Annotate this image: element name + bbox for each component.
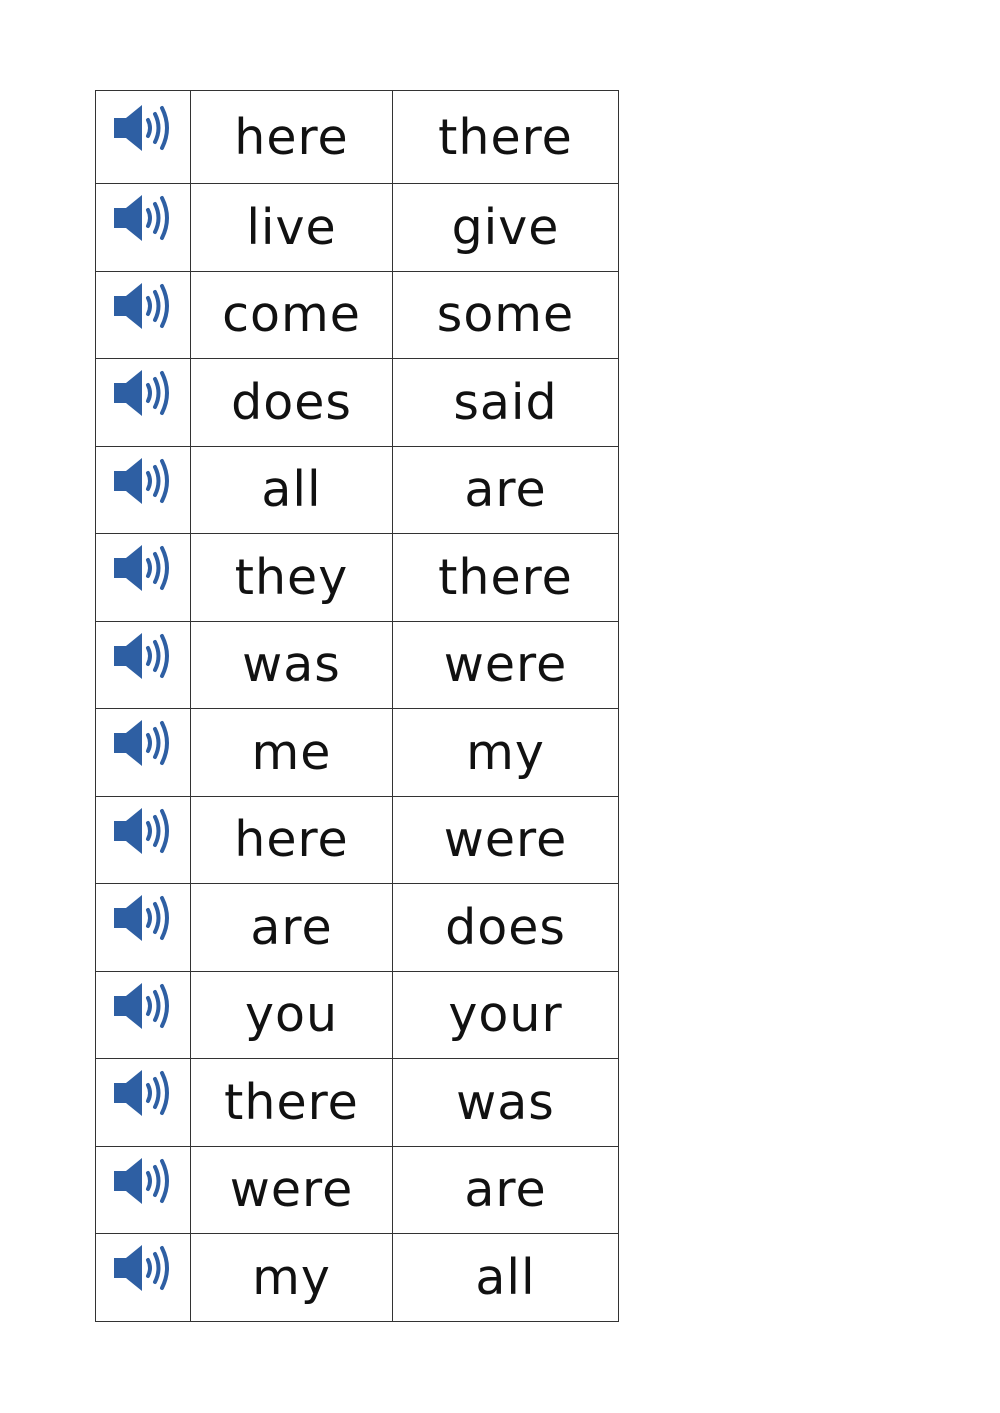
word-2: some: [436, 286, 575, 344]
table-row: here were: [95, 795, 619, 884]
word-cell: your: [392, 970, 619, 1059]
audio-cell[interactable]: [95, 620, 191, 709]
audio-cell[interactable]: [95, 795, 191, 884]
word-1: here: [234, 811, 349, 869]
word-cell: are: [190, 883, 393, 972]
word-cell: me: [190, 708, 393, 797]
word-cell: are: [392, 445, 619, 534]
speaker-icon[interactable]: [112, 1068, 174, 1118]
table-row: are does: [95, 883, 619, 972]
table-row: does said: [95, 358, 619, 447]
word-2: are: [464, 1161, 547, 1219]
speaker-icon[interactable]: [112, 893, 174, 943]
speaker-icon[interactable]: [112, 981, 174, 1031]
word-cell: does: [190, 358, 393, 447]
word-cell: there: [392, 533, 619, 622]
word-2: does: [445, 898, 566, 956]
word-cell: live: [190, 183, 393, 272]
word-1: me: [251, 723, 332, 781]
word-2: was: [456, 1073, 555, 1131]
word-cell: are: [392, 1145, 619, 1234]
word-cell: does: [392, 883, 619, 972]
audio-cell[interactable]: [95, 1233, 191, 1322]
table-row: my all: [95, 1233, 619, 1322]
word-table: here there live give come some does said…: [95, 90, 619, 1322]
word-1: does: [231, 373, 352, 431]
word-cell: my: [392, 708, 619, 797]
word-1: was: [242, 636, 341, 694]
table-row: me my: [95, 708, 619, 797]
word-2: were: [443, 636, 568, 694]
speaker-icon[interactable]: [112, 1243, 174, 1293]
table-row: come some: [95, 270, 619, 359]
word-cell: all: [392, 1233, 619, 1322]
speaker-icon[interactable]: [112, 806, 174, 856]
table-row: they there: [95, 533, 619, 622]
table-row: here there: [95, 90, 619, 184]
word-1: you: [244, 986, 339, 1044]
word-cell: was: [392, 1058, 619, 1147]
word-cell: here: [190, 795, 393, 884]
word-1: they: [234, 548, 349, 606]
word-cell: there: [190, 1058, 393, 1147]
word-1: were: [229, 1161, 354, 1219]
table-row: you your: [95, 970, 619, 1059]
word-cell: were: [190, 1145, 393, 1234]
audio-cell[interactable]: [95, 1058, 191, 1147]
word-cell: all: [190, 445, 393, 534]
word-cell: my: [190, 1233, 393, 1322]
speaker-icon[interactable]: [112, 1156, 174, 1206]
word-1: are: [250, 898, 333, 956]
audio-cell[interactable]: [95, 883, 191, 972]
word-cell: there: [392, 90, 619, 184]
table-row: there was: [95, 1058, 619, 1147]
word-1: here: [234, 108, 349, 166]
speaker-icon[interactable]: [112, 543, 174, 593]
audio-cell[interactable]: [95, 533, 191, 622]
audio-cell[interactable]: [95, 358, 191, 447]
word-2: all: [475, 1248, 536, 1306]
table-row: was were: [95, 620, 619, 709]
audio-cell[interactable]: [95, 270, 191, 359]
word-2: there: [438, 548, 573, 606]
word-cell: said: [392, 358, 619, 447]
word-2: are: [464, 461, 547, 519]
speaker-icon[interactable]: [112, 631, 174, 681]
word-cell: was: [190, 620, 393, 709]
word-cell: you: [190, 970, 393, 1059]
word-1: all: [261, 461, 322, 519]
word-2: were: [443, 811, 568, 869]
table-row: were are: [95, 1145, 619, 1234]
audio-cell[interactable]: [95, 970, 191, 1059]
word-1: my: [252, 1248, 331, 1306]
word-2: give: [451, 198, 560, 256]
word-1: live: [246, 198, 337, 256]
audio-cell[interactable]: [95, 445, 191, 534]
word-2: said: [453, 373, 558, 431]
word-cell: come: [190, 270, 393, 359]
audio-cell[interactable]: [95, 90, 191, 184]
speaker-icon[interactable]: [112, 103, 174, 153]
word-cell: some: [392, 270, 619, 359]
speaker-icon[interactable]: [112, 718, 174, 768]
word-1: there: [224, 1073, 359, 1131]
word-cell: here: [190, 90, 393, 184]
table-row: all are: [95, 445, 619, 534]
speaker-icon[interactable]: [112, 456, 174, 506]
speaker-icon[interactable]: [112, 281, 174, 331]
word-cell: were: [392, 620, 619, 709]
word-cell: were: [392, 795, 619, 884]
word-1: come: [222, 286, 361, 344]
audio-cell[interactable]: [95, 708, 191, 797]
table-row: live give: [95, 183, 619, 272]
word-2: your: [448, 986, 563, 1044]
audio-cell[interactable]: [95, 1145, 191, 1234]
speaker-icon[interactable]: [112, 368, 174, 418]
word-cell: they: [190, 533, 393, 622]
audio-cell[interactable]: [95, 183, 191, 272]
word-2: my: [466, 723, 545, 781]
word-cell: give: [392, 183, 619, 272]
word-2: there: [438, 108, 573, 166]
speaker-icon[interactable]: [112, 193, 174, 243]
